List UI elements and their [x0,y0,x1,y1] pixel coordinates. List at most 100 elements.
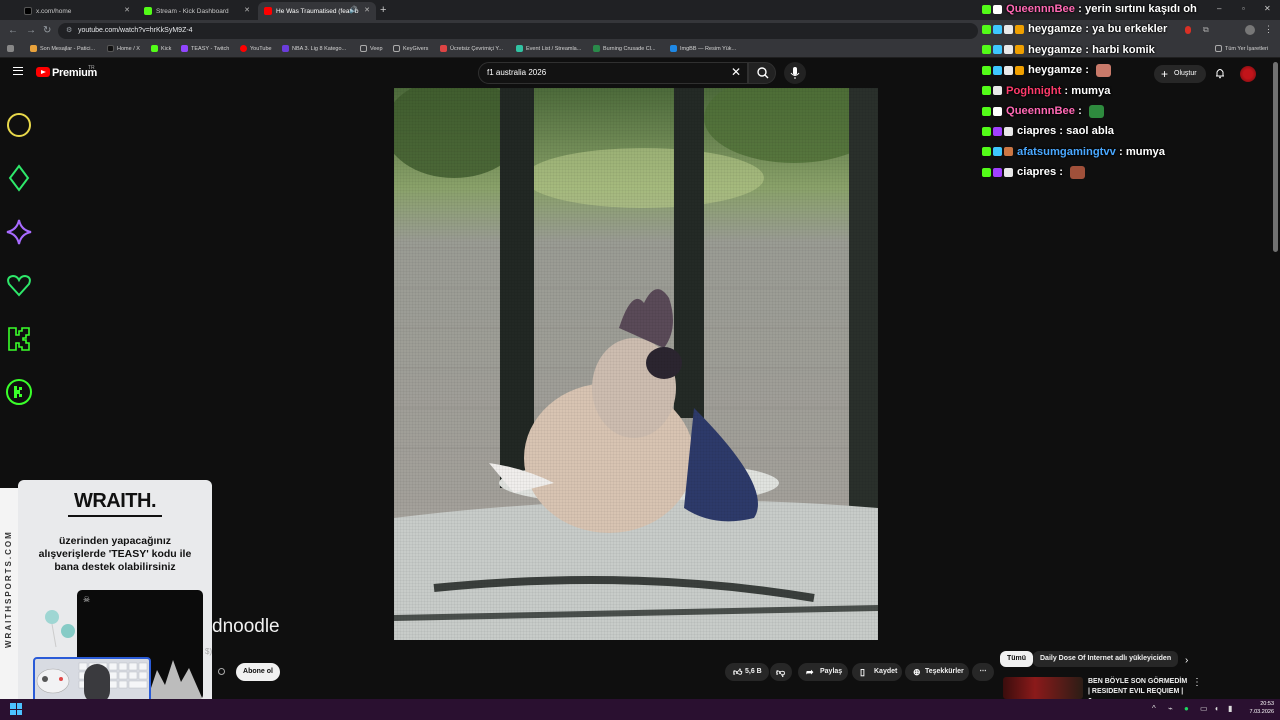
new-tab-button[interactable]: + [380,4,386,16]
bookmark[interactable]: TEASY - Twitch [181,45,229,52]
chip-all[interactable]: Tümü [1000,651,1034,667]
dislike-button[interactable]: 👎︎ [770,663,792,681]
display-icon[interactable]: ▭ [1200,704,1208,713]
bookmark[interactable]: ImgBB — Resim Yük... [670,45,736,52]
bookmark[interactable]: Home / X [107,45,140,52]
chip-uploader[interactable]: Daily Dose Of Internet adlı yükleyiciden [1033,651,1179,667]
video-player[interactable] [394,88,878,640]
network-icon[interactable]: ⌁ [1168,704,1173,713]
chat-username[interactable]: afatsumgamingtvv [1017,146,1116,158]
clear-search-icon[interactable]: ✕ [731,66,741,78]
more-horizontal-icon: ⋯ [979,668,987,675]
bookmark-favicon-icon [516,45,523,52]
chat-username[interactable]: QueennnBee [1006,3,1075,15]
bookmark[interactable]: Son Mesajlar - Patici... [30,45,95,52]
tray-chevron-up-icon[interactable]: ^ [1152,704,1156,713]
bookmark-favicon-icon [30,45,37,52]
sponsor-website-text: WRAITHSPORTS.COM [4,530,13,648]
back-icon[interactable]: ← [8,25,18,36]
chat-message: heygamze : ya bu erkekler [982,19,1167,39]
avatar[interactable] [1240,66,1256,82]
bookmark[interactable]: Kick [151,45,171,52]
diamond-icon [8,164,30,192]
recommendation-menu-icon[interactable]: ⋮ [1192,677,1202,688]
recommendation-thumbnail[interactable] [1003,677,1083,699]
bookmark[interactable]: Burning Crusade Cl... [593,45,656,52]
thanks-button[interactable]: ⊕ Teşekkürler [905,663,969,681]
chat-username[interactable]: heygamze [1028,64,1082,76]
bookmark-label: Kick [161,45,172,52]
system-clock[interactable]: 20:53 7.03.2026 [1240,700,1274,716]
chat-username[interactable]: heygamze [1028,23,1082,35]
extension-icon[interactable] [1185,26,1191,34]
browser-menu-icon[interactable]: ⋮ [1264,24,1273,35]
windows-start-icon[interactable] [10,703,22,715]
spotify-icon[interactable]: ● [1184,704,1189,713]
chat-username[interactable]: ciapres [1017,125,1056,137]
subscribe-button[interactable]: Abone ol [236,663,280,681]
apps-icon[interactable] [7,45,17,52]
save-button[interactable]: ▯ Kaydet [852,663,902,681]
clock-date: 7.03.2026 [1249,709,1274,715]
site-info-icon[interactable]: ⚙ [66,26,72,34]
all-bookmarks[interactable]: Tüm Yer İşaretleri [1215,45,1268,52]
chat-badge-icon [1004,24,1013,34]
like-button[interactable]: 👍︎ 5,6 B [725,663,769,681]
chat-username[interactable]: Poghnight [1006,85,1061,97]
close-window-icon[interactable]: ✕ [1264,4,1271,13]
bookmark[interactable]: KeyGivers [393,45,428,52]
youtube-logo-icon [240,45,247,52]
chat-message: QueennnBee : [982,101,1104,121]
chat-username[interactable]: QueennnBee [1006,105,1075,117]
chat-badge-icon [1015,45,1024,55]
thumbs-up-icon: 👍︎ [733,667,743,677]
bookmark-icon: ▯ [860,667,865,677]
channel-name[interactable]: dnoodle [212,616,280,638]
tab-youtube-video[interactable]: He Was Traumatised (feat. b 🔊 ✕ [258,2,376,20]
tab-x[interactable]: x.com/home ✕ [18,2,136,20]
battery-icon[interactable]: ▮ [1228,704,1232,713]
minimize-icon[interactable]: – [1217,4,1221,13]
tab-label: He Was Traumatised (feat. b [276,7,359,15]
bookmark-label: ImgBB — Resim Yük... [680,45,737,52]
profile-icon[interactable] [1245,25,1255,35]
extensions-puzzle-icon[interactable]: ⧉ [1203,25,1209,35]
chat-badge-icon [993,126,1002,136]
chat-badge-icon [1004,45,1013,55]
speaker-icon[interactable]: 🔊 [349,6,358,14]
tab-label: x.com/home [36,7,72,15]
youtube-logo-icon[interactable] [36,67,50,77]
forward-icon[interactable]: → [26,25,36,36]
more-actions-button[interactable]: ⋯ [972,663,994,681]
close-tab-icon[interactable]: ✕ [244,6,250,14]
volume-icon[interactable]: ◖ [1214,704,1219,713]
bookmark[interactable]: Event List / Streamla... [516,45,581,52]
chat-message-text: mumya [1125,145,1165,158]
bookmark-label: NBA 3. Lig 8 Katego... [292,45,347,52]
notifications-bell-icon[interactable] [1214,67,1226,79]
scrollbar-thumb[interactable] [1273,62,1278,252]
chat-separator: : [1115,145,1126,158]
url-input[interactable]: youtube.com/watch?v=hrKkSyM9Z-4 [58,23,978,39]
bookmark[interactable]: YouTube [240,45,272,52]
chevron-right-icon[interactable]: › [1185,655,1188,666]
maximize-icon[interactable]: ▫ [1242,4,1245,13]
close-tab-icon[interactable]: ✕ [364,6,370,14]
x-logo-icon [107,45,114,52]
share-button[interactable]: ➦ Paylaş [798,663,848,681]
search-button[interactable] [748,62,776,84]
bookmark[interactable]: Veep [360,45,383,52]
tab-kick-dashboard[interactable]: Stream - Kick Dashboard ✕ [138,2,256,20]
bookmark[interactable]: Ücretsiz Çevrimiçi Y... [440,45,503,52]
hamburger-menu-icon[interactable] [13,67,23,75]
x-logo-icon [24,7,32,15]
chat-username[interactable]: ciapres [1017,166,1056,178]
voice-search-button[interactable] [784,62,806,84]
reload-icon[interactable]: ↻ [43,25,51,36]
chat-username[interactable]: heygamze [1028,44,1082,56]
chat-message-text: ya bu erkekler [1092,23,1168,36]
close-tab-icon[interactable]: ✕ [124,6,130,14]
chat-badge-icon [982,86,991,96]
search-input[interactable]: f1 australia 2026 [478,62,748,84]
bookmark[interactable]: NBA 3. Lig 8 Katego... [282,45,346,52]
